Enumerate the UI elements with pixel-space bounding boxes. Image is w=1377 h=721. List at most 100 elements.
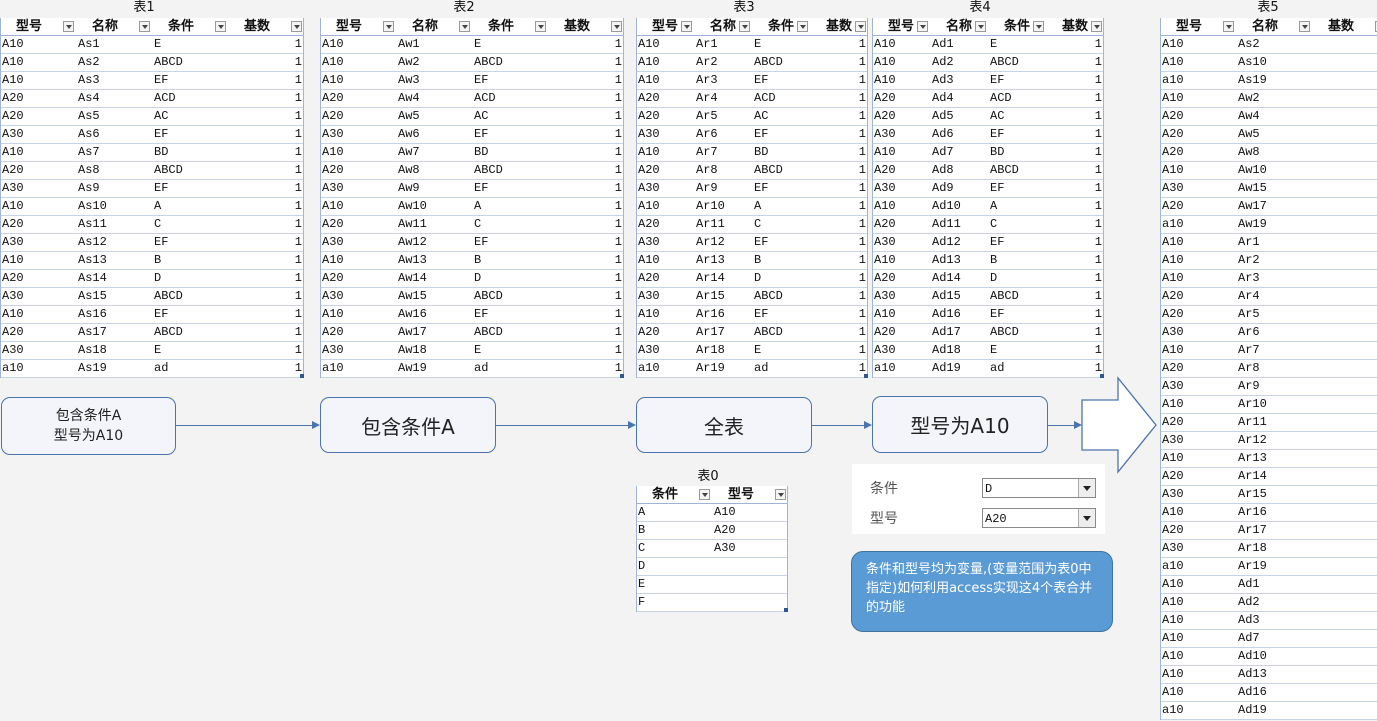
- table-cell[interactable]: D: [472, 269, 548, 288]
- table-cell[interactable]: 1: [1046, 179, 1104, 198]
- table-cell[interactable]: 1: [1312, 503, 1377, 522]
- table-cell[interactable]: A30: [0, 233, 76, 252]
- table-cell[interactable]: 1: [810, 251, 868, 270]
- table-row[interactable]: A30 Ar15 ABCD 1: [636, 287, 868, 306]
- table-cell[interactable]: Ad2: [1236, 593, 1312, 612]
- table-cell[interactable]: A10: [872, 251, 930, 270]
- table-cell[interactable]: As8: [76, 161, 152, 180]
- table-row[interactable]: A30 Ad9 EF 1: [872, 179, 1104, 198]
- table-cell[interactable]: 1: [548, 359, 624, 378]
- table-row[interactable]: A20 Aw17 ABCD 1: [320, 323, 624, 342]
- table-cell[interactable]: A10: [1160, 89, 1236, 108]
- filter-dropdown-icon[interactable]: [699, 489, 710, 500]
- table-cell[interactable]: A20: [1160, 287, 1236, 306]
- column-header[interactable]: 名称: [930, 18, 988, 36]
- table-cell[interactable]: A30: [872, 341, 930, 360]
- table-cell[interactable]: 1: [228, 251, 304, 270]
- table-row[interactable]: A10 As3 EF 1: [0, 71, 304, 90]
- model-dropdown-icon[interactable]: [1078, 509, 1095, 527]
- table-cell[interactable]: ABCD: [988, 161, 1046, 180]
- table-cell[interactable]: EF: [752, 71, 810, 90]
- table-row[interactable]: A10Ad131: [1160, 665, 1377, 684]
- table-row[interactable]: A20 Ad17 ABCD 1: [872, 323, 1104, 342]
- table-cell[interactable]: 1: [228, 215, 304, 234]
- table-row[interactable]: A20 Ar11 C 1: [636, 215, 868, 234]
- table-cell[interactable]: 1: [1312, 557, 1377, 576]
- table-cell[interactable]: 1: [1312, 593, 1377, 612]
- table-cell[interactable]: 1: [810, 233, 868, 252]
- table-cell[interactable]: 1: [810, 323, 868, 342]
- table-cell[interactable]: Ad3: [1236, 611, 1312, 630]
- table-row[interactable]: A10 Ar16 EF 1: [636, 305, 868, 324]
- table-cell[interactable]: 1: [228, 341, 304, 360]
- table-row[interactable]: A20 Aw8 ABCD 1: [320, 161, 624, 180]
- table-row[interactable]: A30 Aw6 EF 1: [320, 125, 624, 144]
- table-cell[interactable]: 1: [228, 53, 304, 72]
- table-cell[interactable]: 1: [1046, 143, 1104, 162]
- table-row[interactable]: A20 Ad4 ACD 1: [872, 89, 1104, 108]
- table-cell[interactable]: BD: [988, 143, 1046, 162]
- table-cell[interactable]: 1: [1312, 629, 1377, 648]
- table-cell[interactable]: EF: [152, 125, 228, 144]
- table-row[interactable]: A20 Ar4 ACD 1: [636, 89, 868, 108]
- table-cell[interactable]: Ar1: [694, 35, 752, 54]
- table-row[interactable]: A10Ad31: [1160, 611, 1377, 630]
- table-row[interactable]: A10Ar31: [1160, 269, 1377, 288]
- table-row[interactable]: A20 As14 D 1: [0, 269, 304, 288]
- table-cell[interactable]: EF: [752, 305, 810, 324]
- table-cell[interactable]: Aw1: [396, 35, 472, 54]
- table-cell[interactable]: A10: [636, 197, 694, 216]
- table-cell[interactable]: 1: [1312, 143, 1377, 162]
- table-cell[interactable]: Ar19: [1236, 557, 1312, 576]
- table-cell[interactable]: 1: [548, 233, 624, 252]
- table-cell[interactable]: Aw7: [396, 143, 472, 162]
- table-row[interactable]: A30 As6 EF 1: [0, 125, 304, 144]
- table-cell[interactable]: [712, 575, 788, 594]
- filter-dropdown-icon[interactable]: [797, 21, 808, 32]
- table-cell[interactable]: Aw13: [396, 251, 472, 270]
- table-row[interactable]: A10 Aw3 EF 1: [320, 71, 624, 90]
- table-cell[interactable]: A10: [872, 305, 930, 324]
- table-cell[interactable]: 1: [1312, 233, 1377, 252]
- table-cell[interactable]: A20: [1160, 107, 1236, 126]
- table-cell[interactable]: Aw19: [396, 359, 472, 378]
- column-header[interactable]: 条件: [636, 486, 712, 504]
- table-cell[interactable]: A10: [1160, 503, 1236, 522]
- table-row[interactable]: A10 Aw2 ABCD 1: [320, 53, 624, 72]
- table-cell[interactable]: A10: [1160, 449, 1236, 468]
- column-header[interactable]: 基数: [228, 18, 304, 36]
- table-cell[interactable]: 1: [548, 179, 624, 198]
- table-cell[interactable]: a10: [320, 359, 396, 378]
- table-cell[interactable]: 1: [548, 251, 624, 270]
- table-cell[interactable]: A20: [1160, 413, 1236, 432]
- table-cell[interactable]: 1: [1312, 575, 1377, 594]
- table-cell[interactable]: 1: [548, 53, 624, 72]
- table-row[interactable]: A10 Aw16 EF 1: [320, 305, 624, 324]
- table-cell[interactable]: A10: [636, 71, 694, 90]
- table-cell[interactable]: EF: [988, 233, 1046, 252]
- table-cell[interactable]: A10: [1160, 611, 1236, 630]
- table-cell[interactable]: Ad8: [930, 161, 988, 180]
- table-cell[interactable]: A10: [1160, 269, 1236, 288]
- table-cell[interactable]: Aw16: [396, 305, 472, 324]
- table-cell[interactable]: A: [472, 197, 548, 216]
- table-cell[interactable]: A: [636, 503, 712, 522]
- table-cell[interactable]: 1: [1312, 377, 1377, 396]
- table-row[interactable]: A10Ar21: [1160, 251, 1377, 270]
- table-cell[interactable]: 1: [810, 179, 868, 198]
- table-row[interactable]: A20 Ad5 AC 1: [872, 107, 1104, 126]
- table-cell[interactable]: Ad11: [930, 215, 988, 234]
- table-cell[interactable]: a10: [1160, 71, 1236, 90]
- table-cell[interactable]: E: [752, 341, 810, 360]
- table-cell[interactable]: Ad2: [930, 53, 988, 72]
- table-cell[interactable]: ACD: [152, 89, 228, 108]
- table-cell[interactable]: Ad1: [930, 35, 988, 54]
- table-cell[interactable]: 1: [228, 71, 304, 90]
- table-cell[interactable]: 1: [1312, 341, 1377, 360]
- table-cell[interactable]: A20: [872, 215, 930, 234]
- table-cell[interactable]: A10: [320, 197, 396, 216]
- table-cell[interactable]: A20: [320, 269, 396, 288]
- table-cell[interactable]: Ar11: [1236, 413, 1312, 432]
- column-header[interactable]: 型号: [636, 18, 694, 36]
- table-cell[interactable]: A20: [1160, 359, 1236, 378]
